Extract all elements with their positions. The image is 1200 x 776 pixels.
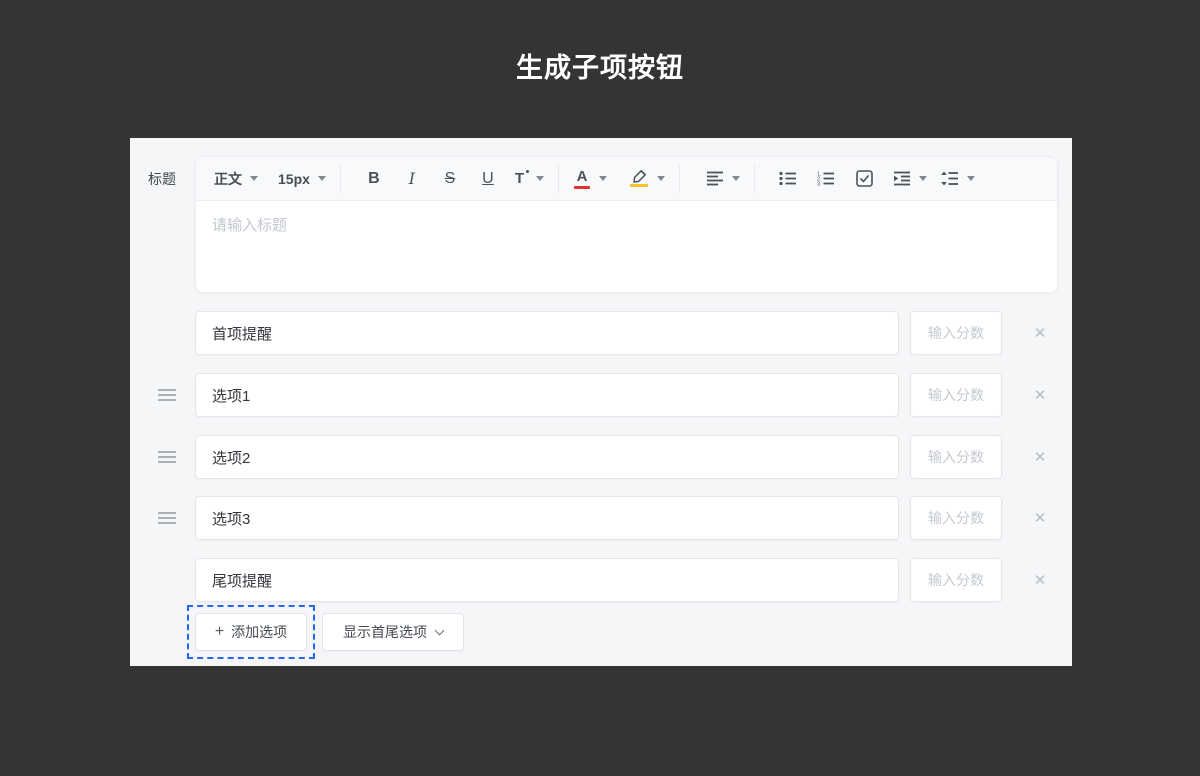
option-text-input[interactable] [195, 373, 899, 417]
score-input[interactable] [910, 373, 1002, 417]
option-row-last: ✕ [130, 558, 1072, 602]
add-option-label: 添加选项 [231, 624, 288, 640]
align-left-icon [706, 171, 724, 186]
option-text-input[interactable] [195, 558, 899, 602]
title-field-label: 标题 [148, 171, 176, 187]
svg-text:3.: 3. [817, 182, 822, 186]
font-size-select[interactable]: 15px [278, 171, 326, 187]
add-option-button[interactable]: + 添加选项 [195, 613, 307, 651]
strikethrough-button[interactable]: S [431, 170, 469, 188]
underline-button[interactable]: U [469, 170, 507, 188]
indent-button[interactable] [893, 171, 928, 186]
option-row: ✕ [130, 496, 1072, 540]
paragraph-style-select[interactable]: 正文 [214, 169, 258, 189]
font-color-button[interactable]: A [573, 168, 608, 189]
toolbar-separator [558, 164, 560, 193]
option-text-input[interactable] [195, 435, 899, 479]
title-placeholder: 请输入标题 [212, 217, 288, 234]
caret-down-icon [657, 176, 666, 181]
drag-handle-icon[interactable] [158, 386, 178, 404]
caret-down-icon [599, 176, 608, 181]
caret-down-icon [317, 176, 326, 181]
highlighter-icon [629, 170, 649, 187]
rich-text-editor: 正文 15px B I S U T A 1. 2. 3. 请输入标题 [195, 156, 1058, 293]
caret-down-icon [536, 176, 545, 181]
toolbar-separator [679, 164, 681, 193]
show-range-button[interactable]: 显示首尾选项 [322, 613, 464, 651]
caret-down-icon [919, 176, 928, 181]
bullet-list-button[interactable] [769, 171, 807, 186]
option-text-input[interactable] [195, 311, 899, 355]
remove-option-icon[interactable]: ✕ [1025, 373, 1055, 417]
option-row: ✕ [130, 435, 1072, 479]
bold-button[interactable]: B [355, 170, 393, 188]
caret-down-icon [250, 176, 258, 181]
toolbar-separator [754, 164, 756, 193]
checklist-button[interactable] [845, 170, 883, 187]
drag-handle-icon[interactable] [158, 509, 178, 527]
option-row: ✕ [130, 373, 1072, 417]
italic-button[interactable]: I [393, 169, 431, 188]
highlight-color-button[interactable] [629, 170, 666, 187]
remove-option-icon[interactable]: ✕ [1025, 558, 1055, 602]
remove-option-icon[interactable]: ✕ [1025, 311, 1055, 355]
line-spacing-icon [941, 171, 959, 186]
score-input[interactable] [910, 435, 1002, 479]
superscript-subscript-button[interactable]: T [515, 170, 545, 187]
score-input[interactable] [910, 558, 1002, 602]
score-input[interactable] [910, 311, 1002, 355]
chevron-down-icon [434, 625, 445, 635]
toolbar-separator [339, 164, 341, 193]
option-row-first: ✕ [130, 311, 1072, 355]
font-color-icon: A [573, 168, 591, 189]
indent-icon [893, 171, 911, 186]
form-panel: 标题 正文 15px B I S U T A 1. 2. 3. 请输入标题 首项… [130, 138, 1072, 666]
editor-toolbar: 正文 15px B I S U T A 1. 2. 3. [196, 157, 1057, 201]
remove-option-icon[interactable]: ✕ [1025, 435, 1055, 479]
align-button[interactable] [706, 171, 741, 186]
show-range-label: 显示首尾选项 [343, 624, 427, 640]
plus-icon: + [214, 623, 225, 640]
page: 生成子项按钮 标题 正文 15px B I S U T A 1. 2. 3. 请… [0, 0, 1200, 776]
title-editor-area[interactable]: 请输入标题 [196, 201, 1057, 248]
caret-down-icon [732, 176, 741, 181]
remove-option-icon[interactable]: ✕ [1025, 496, 1055, 540]
drag-handle-icon[interactable] [158, 448, 178, 466]
ordered-list-button[interactable]: 1. 2. 3. [807, 171, 845, 186]
line-spacing-button[interactable] [941, 171, 976, 186]
option-text-input[interactable] [195, 496, 899, 540]
page-title: 生成子项按钮 [516, 53, 684, 83]
caret-down-icon [967, 176, 976, 181]
score-input[interactable] [910, 496, 1002, 540]
